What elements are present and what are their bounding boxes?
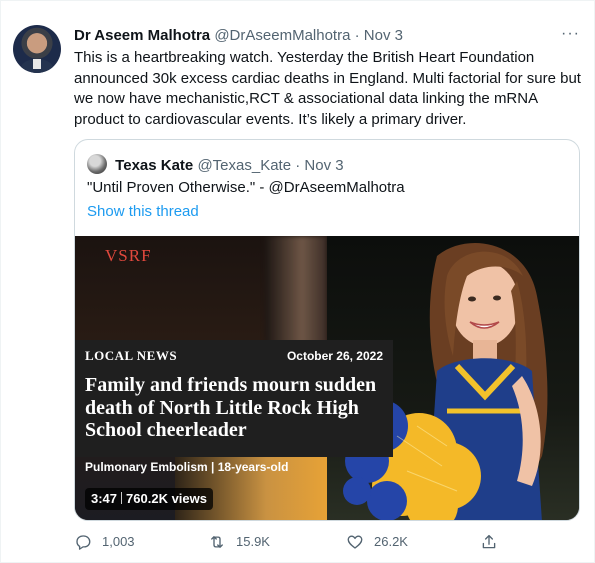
quoted-author-name[interactable]: Texas Kate [115, 157, 193, 174]
like-button[interactable]: 26.2K [346, 533, 408, 551]
news-section-label: LOCAL NEWS [85, 348, 178, 363]
header-separator: · [354, 27, 360, 44]
like-count: 26.2K [374, 534, 408, 549]
reply-count: 1,003 [102, 534, 135, 549]
video-duration: 3:47 [91, 491, 118, 506]
share-button[interactable] [480, 533, 508, 551]
quoted-avatar[interactable] [87, 154, 107, 174]
show-thread-link[interactable]: Show this thread [87, 202, 199, 222]
avatar-collar [33, 59, 41, 69]
news-headline: Family and friends mourn sudden death of… [85, 374, 377, 441]
retweet-button[interactable]: 15.9K [208, 533, 270, 551]
quoted-header: Texas Kate @Texas_Kate · Nov 3 [87, 154, 344, 175]
share-icon [482, 534, 496, 549]
badge-separator [121, 492, 123, 504]
tweet: Dr Aseem Malhotra @DrAseemMalhotra · Nov… [0, 0, 595, 563]
retweet-count: 15.9K [236, 534, 270, 549]
reply-button[interactable]: 1,003 [74, 533, 135, 551]
author-handle[interactable]: @DrAseemMalhotra [214, 27, 350, 44]
quoted-text: "Until Proven Otherwise." - @DrAseemMalh… [87, 179, 405, 196]
tweet-date[interactable]: Nov 3 [364, 27, 403, 44]
video-duration-badge: 3:47 760.2K views [85, 488, 213, 510]
author-name[interactable]: Dr Aseem Malhotra [74, 27, 210, 44]
more-options-icon[interactable]: ··· [561, 25, 580, 43]
news-subline: Pulmonary Embolism | 18-years-old [85, 460, 289, 474]
news-headline-box: LOCAL NEWS October 26, 2022 Family and f… [75, 340, 393, 457]
news-date: October 26, 2022 [286, 349, 383, 363]
video-blur-patch [265, 236, 327, 346]
tweet-actions: 1,003 15.9K 26.2K [74, 531, 504, 555]
heart-icon [347, 535, 363, 549]
reply-icon [76, 535, 91, 550]
quoted-author-handle[interactable]: @Texas_Kate [197, 157, 291, 174]
quoted-tweet[interactable]: Texas Kate @Texas_Kate · Nov 3 "Until Pr… [74, 139, 580, 521]
quoted-separator: · [295, 157, 301, 174]
retweet-icon [211, 536, 223, 548]
video-views: 760.2K views [126, 491, 207, 506]
quoted-date[interactable]: Nov 3 [304, 157, 343, 174]
author-avatar[interactable] [13, 25, 61, 73]
tweet-text: This is a heartbreaking watch. Yesterday… [74, 49, 581, 128]
video-player[interactable]: VSRF LOCAL NEWS October 26, 2022 Family … [75, 236, 579, 520]
tweet-header: Dr Aseem Malhotra @DrAseemMalhotra · Nov… [74, 27, 403, 45]
vsrf-logo: VSRF [105, 246, 152, 265]
